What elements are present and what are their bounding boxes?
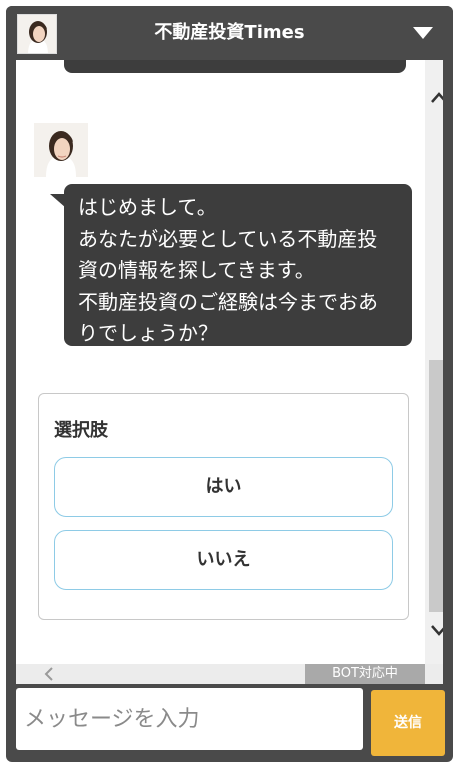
choice-yes-button[interactable]: はい	[54, 457, 393, 517]
page-title: 不動産投資Times	[154, 22, 305, 43]
message-line: あなたが必要としている不動産投	[78, 226, 378, 251]
message-line: 資の情報を探してきます。	[78, 258, 315, 282]
status-strip: BOT対応中	[16, 664, 443, 684]
message-line: 不動産投資のご経験は今までおあ	[78, 289, 378, 314]
status-badge: BOT対応中	[305, 664, 425, 684]
message-line: はじめまして。	[78, 195, 217, 219]
woman-portrait-icon	[34, 123, 88, 177]
chevron-left-icon[interactable]	[40, 665, 58, 683]
message-line: りでしょうか？	[78, 321, 218, 345]
message-input-container	[16, 688, 363, 750]
bot-message-bubble: はじめまして。 あなたが必要としている不動産投 資の情報を探してきます。 不動産…	[64, 184, 412, 346]
chevron-down-icon[interactable]	[429, 620, 443, 640]
choice-label: 選択肢	[54, 420, 108, 441]
previous-message-bubble	[64, 60, 406, 73]
message-area: はじめまして。 あなたが必要としている不動産投 資の情報を探してきます。 不動産…	[16, 60, 443, 664]
woman-portrait-icon	[17, 14, 57, 54]
choice-no-button[interactable]: いいえ	[54, 530, 393, 590]
triangle-down-icon[interactable]	[413, 27, 433, 39]
send-button[interactable]: 送信	[371, 690, 445, 756]
message-input[interactable]	[24, 688, 355, 750]
chevron-up-icon[interactable]	[429, 88, 443, 108]
vertical-scrollbar[interactable]	[425, 60, 443, 664]
choice-panel: 選択肢 はい いいえ	[38, 393, 409, 620]
chat-header: 不動産投資Times	[6, 6, 453, 60]
chat-widget: 不動産投資Times はじめまして。 あなたが必要としている不動産投 資の情報を…	[6, 6, 453, 762]
scrollbar-thumb[interactable]	[429, 360, 443, 612]
